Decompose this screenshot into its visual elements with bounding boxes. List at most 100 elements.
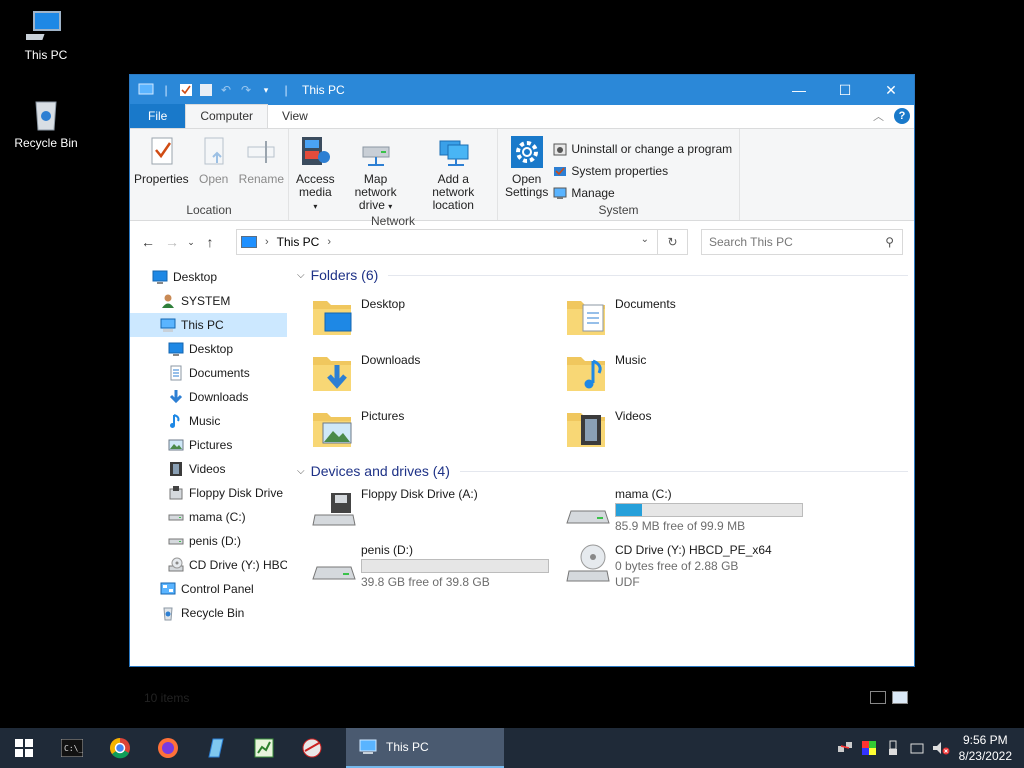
address-dropdown-icon[interactable]: ⌄ [641, 234, 649, 245]
map-network-drive-label-2: drive [358, 198, 385, 212]
nav-item[interactable]: Desktop [130, 265, 287, 289]
minimize-button[interactable]: — [776, 75, 822, 105]
nav-item[interactable]: Videos [130, 457, 287, 481]
drive-usage-bar [361, 559, 549, 573]
folders-section-header[interactable]: ⌵ Folders (6) [297, 263, 914, 287]
customize-dropdown-icon[interactable]: ▾ [258, 82, 274, 98]
nav-item[interactable]: Documents [130, 361, 287, 385]
back-button[interactable]: ← [136, 234, 160, 250]
collapse-ribbon-icon[interactable]: ︿ [873, 108, 884, 124]
nav-item[interactable]: Downloads [130, 385, 287, 409]
address-bar[interactable]: › This PC › ⌄ ↻ [236, 229, 688, 255]
properties-button[interactable]: Properties [131, 135, 192, 202]
tool-taskbar-button[interactable] [288, 728, 336, 768]
nav-item[interactable]: Music [130, 409, 287, 433]
breadcrumb-separator-icon[interactable]: › [327, 236, 331, 248]
tab-view[interactable]: View [268, 105, 322, 128]
add-network-location-button[interactable]: Add a network location [414, 135, 494, 213]
chevron-down-icon: ⌵ [297, 269, 305, 281]
desktop-icon-this-pc[interactable]: This PC [6, 8, 86, 62]
search-placeholder: Search This PC [709, 235, 793, 249]
new-folder-icon[interactable] [198, 82, 214, 98]
help-icon[interactable]: ? [894, 108, 910, 124]
network-tray-icon[interactable] [833, 728, 857, 768]
chart-app-taskbar-button[interactable] [240, 728, 288, 768]
breadcrumb-this-pc[interactable]: This PC [277, 235, 320, 249]
close-button[interactable]: ✕ [868, 75, 914, 105]
firefox-taskbar-button[interactable] [144, 728, 192, 768]
forward-button[interactable]: → [160, 234, 184, 250]
window-icon[interactable] [138, 82, 154, 98]
undo-icon[interactable]: ↶ [218, 82, 234, 98]
nav-item[interactable]: penis (D:) [130, 529, 287, 553]
folder-item[interactable]: Pictures [297, 399, 551, 455]
access-media-button[interactable]: Access media ▾ [293, 135, 338, 213]
details-view-button[interactable] [870, 691, 886, 704]
manage-button[interactable]: Manage [553, 183, 732, 202]
rename-button[interactable]: Rename [236, 135, 287, 202]
recent-locations-dropdown[interactable]: ⌄ [184, 237, 198, 248]
nav-item-label: Recycle Bin [181, 606, 245, 620]
open-settings-label-2: Settings [505, 185, 549, 199]
drive-usage-bar [615, 503, 803, 517]
nav-item[interactable]: This PC [130, 313, 287, 337]
folder-pictures-icon [311, 407, 355, 451]
drive-item[interactable]: penis (D:) 39.8 GB free of 39.8 GB [297, 539, 551, 595]
nav-item[interactable]: Floppy Disk Drive [130, 481, 287, 505]
group-location: Properties Open Rename Location [130, 129, 289, 220]
tool-icon [302, 738, 322, 758]
desktop-icon-recycle-bin[interactable]: Recycle Bin [6, 96, 86, 150]
keyboard-tray-icon[interactable] [905, 728, 929, 768]
open-settings-button[interactable]: Open Settings [502, 135, 551, 202]
redo-icon[interactable]: ↷ [238, 82, 254, 98]
nav-item-label: Downloads [189, 390, 249, 404]
uninstall-program-button[interactable]: Uninstall or change a program [553, 139, 732, 158]
drive-item[interactable]: mama (C:) 85.9 MB free of 99.9 MB [551, 483, 805, 539]
chrome-taskbar-button[interactable] [96, 728, 144, 768]
nav-item[interactable]: SYSTEM [130, 289, 287, 313]
nav-item[interactable]: Desktop [130, 337, 287, 361]
this-pc-icon [359, 739, 377, 754]
tab-computer[interactable]: Computer [185, 104, 269, 128]
nav-item[interactable]: Control Panel [130, 577, 287, 601]
refresh-button[interactable]: ↻ [657, 230, 687, 254]
folder-item[interactable]: Desktop [297, 287, 551, 343]
folder-item[interactable]: Downloads [297, 343, 551, 399]
drive-item[interactable]: Floppy Disk Drive (A:) [297, 483, 551, 539]
open-button[interactable]: Open [194, 135, 234, 202]
folder-item[interactable]: Documents [551, 287, 805, 343]
search-input[interactable]: Search This PC ⚲ [701, 229, 903, 255]
map-network-drive-button[interactable]: Map network drive ▾ [340, 135, 412, 213]
nav-item[interactable]: CD Drive (Y:) HBC [130, 553, 287, 577]
properties-check-icon[interactable] [178, 82, 194, 98]
folder-item[interactable]: Music [551, 343, 805, 399]
nav-item[interactable]: mama (C:) [130, 505, 287, 529]
usb-tray-icon[interactable] [881, 728, 905, 768]
app-taskbar-button[interactable] [192, 728, 240, 768]
nav-item[interactable]: Recycle Bin [130, 601, 287, 625]
volume-muted-icon[interactable] [929, 728, 953, 768]
this-pc-taskbar-button[interactable]: This PC [346, 728, 504, 768]
nav-item-label: Desktop [173, 270, 218, 284]
folder-label: Documents [615, 297, 676, 311]
start-button[interactable] [0, 728, 48, 768]
up-button[interactable]: ↑ [198, 234, 222, 250]
cmd-taskbar-button[interactable]: C:\_ [48, 728, 96, 768]
ribbon-tabs: File Computer View ︿ ? [130, 104, 914, 129]
system-properties-button[interactable]: System properties [553, 161, 732, 180]
large-icons-view-button[interactable] [892, 691, 908, 704]
color-tray-icon[interactable] [857, 728, 881, 768]
spreadsheet-icon [254, 738, 274, 758]
tab-file[interactable]: File [130, 104, 186, 128]
folder-item[interactable]: Videos [551, 399, 805, 455]
desktop-icon [152, 269, 168, 285]
folder-label: Downloads [361, 353, 421, 367]
clock[interactable]: 9:56 PM 8/23/2022 [953, 732, 1024, 764]
drives-section-header[interactable]: ⌵ Devices and drives (4) [297, 459, 914, 483]
music-icon [168, 413, 184, 429]
drive-item[interactable]: CD Drive (Y:) HBCD_PE_x64 0 bytes free of… [551, 539, 805, 595]
group-label-system: System [598, 203, 639, 217]
nav-item[interactable]: Pictures [130, 433, 287, 457]
maximize-button[interactable]: ☐ [822, 75, 868, 105]
properties-label: Properties [133, 172, 189, 186]
